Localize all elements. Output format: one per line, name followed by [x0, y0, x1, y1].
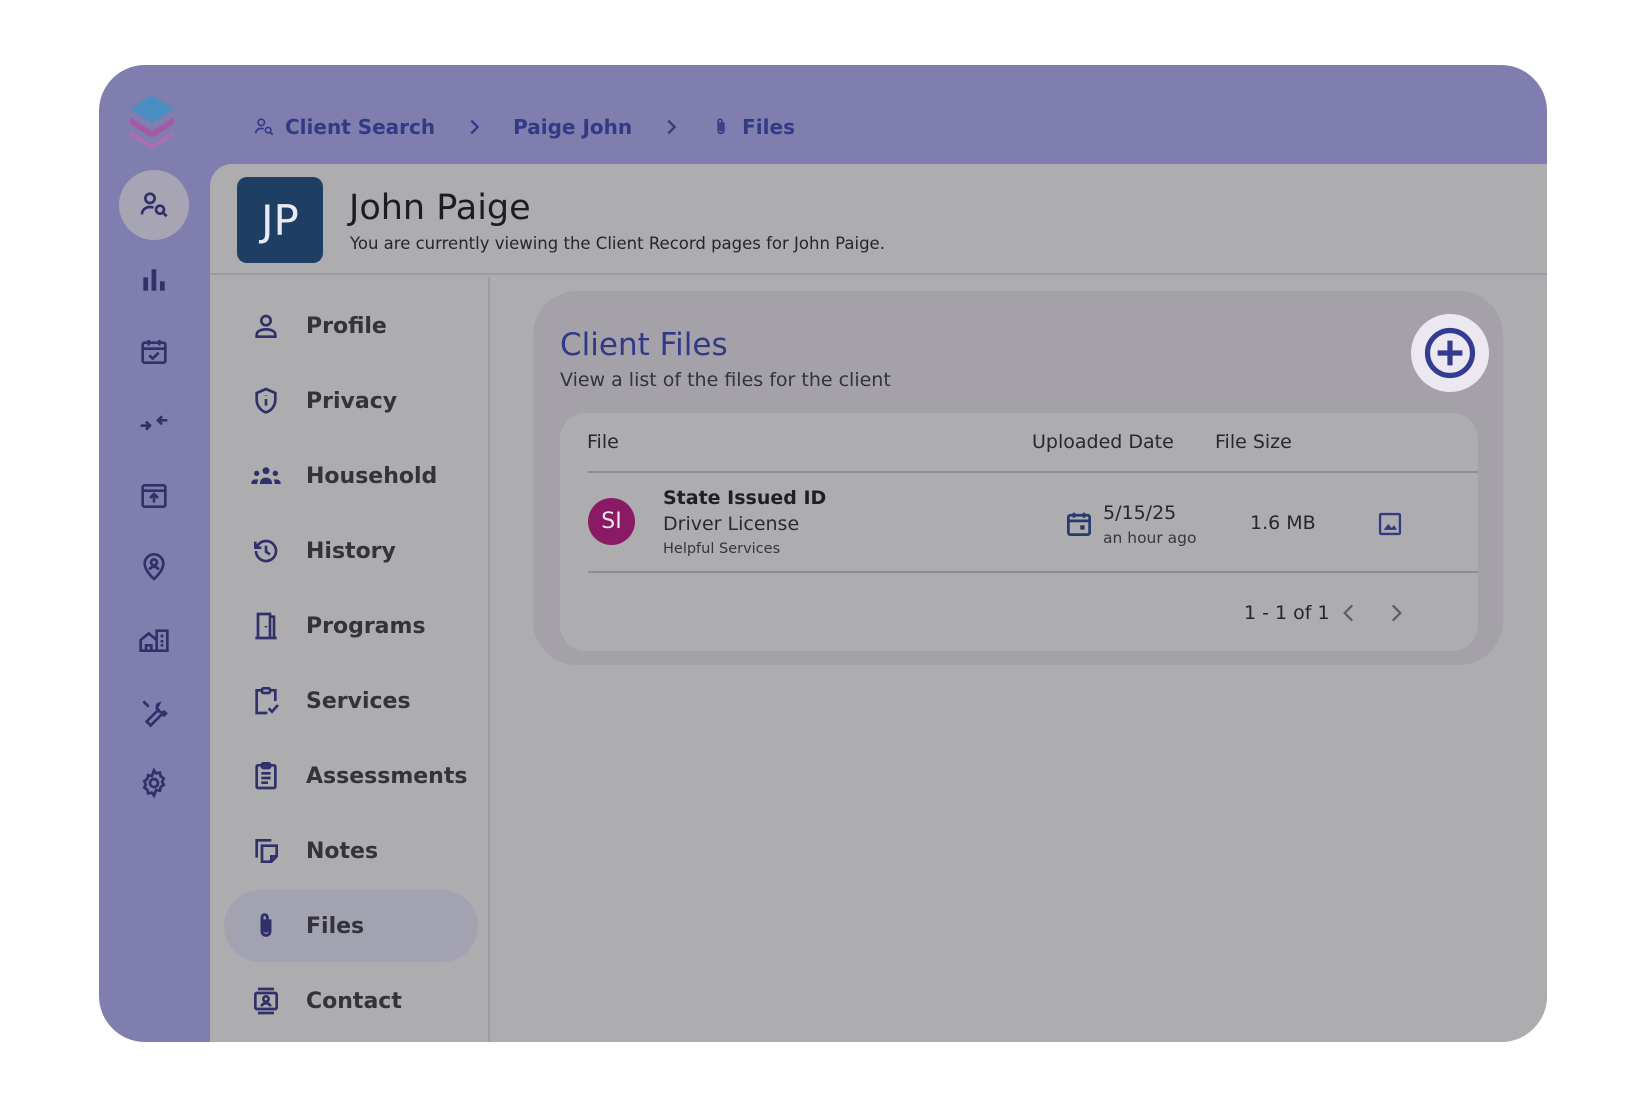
client-subtitle: You are currently viewing the Client Rec… [350, 234, 885, 253]
paperclip-icon [260, 913, 272, 937]
clipboard-check-icon [255, 687, 279, 715]
nav-label: Profile [306, 313, 387, 339]
row-divider [588, 571, 1478, 573]
breadcrumb-label: Paige John [513, 115, 633, 139]
plus-circle-icon [1424, 327, 1476, 379]
file-type: Driver License [663, 513, 800, 535]
add-file-button[interactable] [1411, 314, 1489, 392]
file-avatar: SI [588, 498, 635, 545]
app-window: Client Search Paige John Files JP John P… [99, 65, 1547, 1042]
location-person-icon [143, 553, 165, 581]
nav-label: History [306, 538, 396, 564]
nav-label: Notes [306, 838, 379, 864]
client-header: JP John Paige You are currently viewing … [210, 164, 1547, 275]
nav-item-files[interactable]: Files [224, 890, 478, 962]
rail-settings-button[interactable] [119, 748, 189, 818]
upload-box-icon [141, 484, 167, 508]
nav-label: Contact [306, 988, 402, 1014]
merge-arrows-icon [140, 415, 168, 431]
rail-reports-button[interactable] [119, 245, 189, 315]
next-page-button[interactable] [1382, 599, 1410, 627]
nav-item-privacy[interactable]: Privacy [224, 365, 478, 437]
chevron-left-icon [1343, 604, 1354, 622]
rail-merge-button[interactable] [119, 388, 189, 458]
rail-agencies-button[interactable] [119, 605, 189, 675]
person-search-icon [140, 192, 168, 218]
file-organization: Helpful Services [663, 541, 781, 557]
rail-tools-button[interactable] [119, 677, 189, 747]
breadcrumb-label: Client Search [285, 115, 436, 139]
breadcrumb-files: Files [710, 115, 795, 139]
nav-item-contact[interactable]: Contact [224, 965, 478, 1037]
chevron-right-icon [1391, 604, 1402, 622]
contact-icon [254, 987, 278, 1015]
nav-item-household[interactable]: Household [224, 440, 478, 512]
breadcrumb-label: Files [742, 115, 795, 139]
breadcrumb-client-search[interactable]: Client Search [253, 115, 435, 139]
nav-item-profile[interactable]: Profile [224, 290, 478, 362]
prev-page-button[interactable] [1335, 599, 1363, 627]
rail-upload-button[interactable] [119, 461, 189, 531]
column-header-file-size: File Size [1215, 431, 1292, 453]
client-files-card: Client Files View a list of the files fo… [533, 291, 1503, 665]
client-record-nav: Profile Privacy Household History Progra… [210, 277, 490, 1042]
app-logo-icon [130, 95, 174, 149]
paperclip-icon [717, 118, 725, 135]
column-header-uploaded-date: Uploaded Date [1032, 431, 1174, 453]
breadcrumb-separator [463, 116, 485, 138]
uploaded-relative-time: an hour ago [1103, 529, 1197, 547]
clipboard-list-icon [255, 762, 277, 790]
person-search-icon [254, 118, 274, 136]
files-table: File Uploaded Date File Size SI State Is… [560, 413, 1478, 651]
nav-label: Programs [306, 613, 426, 639]
card-subtitle: View a list of the files for the client [560, 369, 891, 391]
breadcrumb: Client Search Paige John Files [253, 105, 795, 149]
file-title: State Issued ID [663, 487, 827, 509]
card-title: Client Files [560, 327, 728, 363]
nav-label: Services [306, 688, 411, 714]
pagination-label: 1 - 1 of 1 [1244, 602, 1330, 624]
nav-item-services[interactable]: Services [224, 665, 478, 737]
rail-locations-button[interactable] [119, 532, 189, 602]
image-preview-icon[interactable] [1376, 510, 1404, 538]
gear-icon [142, 767, 166, 799]
history-icon [254, 539, 278, 563]
icon-rail [99, 65, 210, 1042]
chevron-right-icon [667, 119, 677, 135]
breadcrumb-client-name[interactable]: Paige John [513, 115, 632, 139]
nav-label: Household [306, 463, 438, 489]
wrench-icon [142, 700, 168, 728]
nav-item-history[interactable]: History [224, 515, 478, 587]
nav-item-notes[interactable]: Notes [224, 815, 478, 887]
breadcrumb-separator [660, 116, 682, 138]
main-content: JP John Paige You are currently viewing … [210, 164, 1547, 1042]
group-icon [251, 467, 281, 484]
bar-chart-icon [143, 269, 165, 291]
notes-icon [255, 839, 278, 863]
client-name: John Paige [349, 188, 531, 228]
buildings-icon [139, 629, 169, 652]
shield-icon [255, 387, 277, 414]
nav-label: Assessments [306, 763, 468, 789]
rail-calendar-button[interactable] [119, 317, 189, 387]
nav-item-programs[interactable]: Programs [224, 590, 478, 662]
nav-item-assessments[interactable]: Assessments [224, 740, 478, 812]
calendar-check-icon [141, 340, 167, 364]
chevron-right-icon [470, 119, 480, 135]
nav-label: Files [306, 913, 365, 939]
file-size: 1.6 MB [1250, 512, 1316, 534]
client-avatar: JP [237, 177, 323, 263]
calendar-icon [1067, 512, 1091, 536]
rail-client-search-button[interactable] [119, 170, 189, 240]
door-icon [255, 612, 277, 640]
column-header-file: File [587, 431, 619, 453]
uploaded-date: 5/15/25 [1103, 502, 1177, 524]
nav-label: Privacy [306, 388, 398, 414]
person-icon [255, 314, 277, 338]
header-divider [588, 471, 1478, 473]
